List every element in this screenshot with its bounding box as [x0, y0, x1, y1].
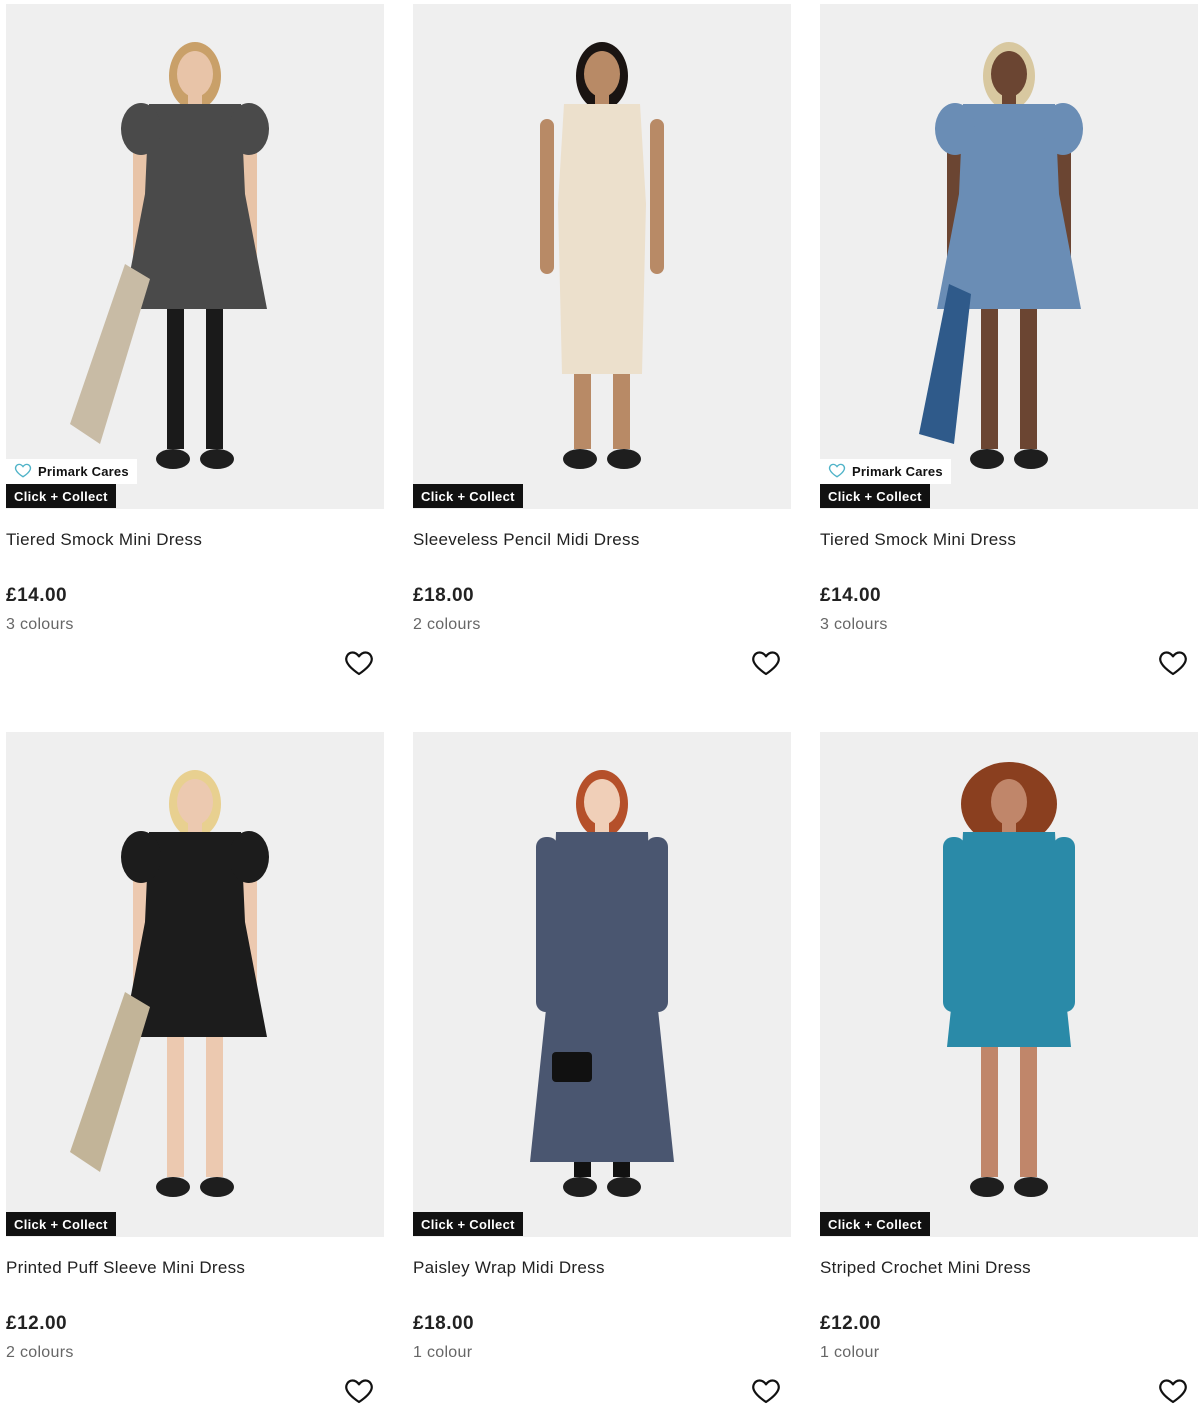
click-collect-badge: Click + Collect [820, 1212, 930, 1236]
product-image[interactable] [413, 732, 791, 1237]
wishlist-heart-icon[interactable] [751, 1376, 781, 1405]
click-collect-badge: Click + Collect [413, 484, 523, 508]
product-card[interactable]: Click + Collect Paisley Wrap Midi Dress … [413, 732, 791, 1405]
product-card[interactable]: Click + Collect Sleeveless Pencil Midi D… [413, 4, 791, 704]
product-title[interactable]: Striped Crochet Mini Dress [820, 1258, 1031, 1278]
wishlist-heart-icon[interactable] [344, 648, 374, 678]
product-card[interactable]: Primark Cares Click + Collect Tiered Smo… [6, 4, 384, 704]
product-colours: 1 colour [413, 1344, 473, 1361]
wishlist-heart-icon[interactable] [1158, 1376, 1188, 1405]
model-figure [70, 42, 269, 469]
product-grid: Primark Cares Click + Collect Tiered Smo… [0, 0, 1200, 1405]
heart-outline-icon [14, 461, 32, 482]
product-price: £18.00 [413, 585, 475, 606]
primark-cares-badge: Primark Cares [6, 459, 137, 484]
product-title[interactable]: Paisley Wrap Midi Dress [413, 1258, 605, 1278]
product-price: £12.00 [820, 1313, 882, 1334]
product-colours: 3 colours [820, 616, 888, 633]
product-price: £12.00 [6, 1313, 68, 1334]
primark-cares-badge: Primark Cares [820, 459, 951, 484]
primark-cares-label: Primark Cares [852, 464, 943, 479]
product-title[interactable]: Tiered Smock Mini Dress [820, 530, 1016, 550]
wishlist-heart-icon[interactable] [344, 1376, 374, 1405]
wishlist-heart-icon[interactable] [1158, 648, 1188, 678]
model-figure [919, 42, 1083, 469]
product-image[interactable] [820, 732, 1198, 1237]
product-price: £14.00 [6, 585, 68, 606]
primark-cares-label: Primark Cares [38, 464, 129, 479]
product-card[interactable]: Primark Cares Click + Collect Tiered Smo… [820, 4, 1198, 704]
model-figure [943, 762, 1075, 1197]
product-card[interactable]: Click + Collect Striped Crochet Mini Dre… [820, 732, 1198, 1405]
wishlist-heart-icon[interactable] [751, 648, 781, 678]
click-collect-badge: Click + Collect [6, 484, 116, 508]
click-collect-badge: Click + Collect [413, 1212, 523, 1236]
product-title[interactable]: Tiered Smock Mini Dress [6, 530, 202, 550]
product-title[interactable]: Printed Puff Sleeve Mini Dress [6, 1258, 245, 1278]
model-figure [540, 42, 664, 469]
product-title[interactable]: Sleeveless Pencil Midi Dress [413, 530, 640, 550]
heart-outline-icon [828, 461, 846, 482]
product-colours: 1 colour [820, 1344, 880, 1361]
click-collect-badge: Click + Collect [6, 1212, 116, 1236]
product-image[interactable] [6, 732, 384, 1237]
product-image[interactable] [820, 4, 1198, 509]
product-card[interactable]: Click + Collect Printed Puff Sleeve Mini… [6, 732, 384, 1405]
product-price: £18.00 [413, 1313, 475, 1334]
product-image[interactable] [413, 4, 791, 509]
product-colours: 3 colours [6, 616, 74, 633]
model-figure [530, 770, 674, 1197]
product-colours: 2 colours [413, 616, 481, 633]
product-image[interactable] [6, 4, 384, 509]
product-price: £14.00 [820, 585, 882, 606]
click-collect-badge: Click + Collect [820, 484, 930, 508]
product-colours: 2 colours [6, 1344, 74, 1361]
model-figure [70, 770, 269, 1197]
